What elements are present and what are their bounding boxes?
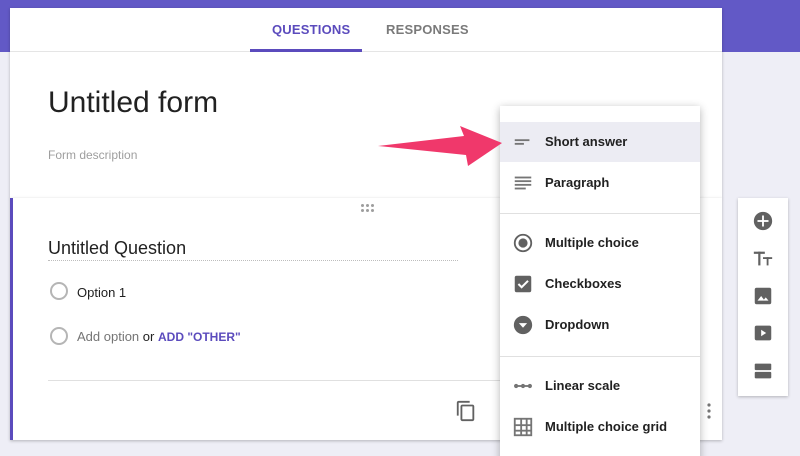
menu-divider	[500, 356, 700, 357]
menu-item-linear-scale[interactable]: Linear scale	[500, 366, 700, 406]
menu-item-label: Multiple choice	[545, 235, 639, 250]
radio-icon	[50, 282, 68, 300]
drag-handle-icon[interactable]	[361, 204, 375, 214]
add-other-link[interactable]: ADD "OTHER"	[158, 330, 241, 344]
menu-item-label: Multiple choice grid	[545, 419, 668, 434]
duplicate-icon[interactable]	[455, 400, 477, 422]
form-title[interactable]: Untitled form	[48, 86, 218, 120]
add-option-link[interactable]: Add option	[77, 329, 139, 344]
more-options-icon[interactable]	[706, 403, 712, 419]
menu-divider	[500, 213, 700, 214]
question-toolbar	[738, 198, 788, 396]
add-question-icon[interactable]	[752, 210, 774, 232]
option-1-label[interactable]: Option 1	[77, 285, 126, 300]
short-answer-icon	[514, 139, 530, 145]
grid-icon	[513, 417, 533, 437]
menu-item-label: Checkboxes	[545, 276, 622, 291]
radio-button-icon	[513, 233, 533, 253]
question-title[interactable]: Untitled Question	[48, 238, 186, 259]
active-tab-indicator	[250, 49, 362, 52]
checkbox-icon	[514, 275, 532, 293]
tab-questions[interactable]: QUESTIONS	[272, 22, 350, 37]
linear-scale-icon	[514, 383, 532, 389]
menu-item-label: Paragraph	[545, 175, 610, 190]
add-title-icon[interactable]	[752, 248, 774, 270]
add-section-icon[interactable]	[752, 360, 774, 382]
tab-bar: QUESTIONS RESPONSES	[10, 8, 722, 52]
menu-item-short-answer[interactable]: Short answer	[500, 122, 700, 162]
paragraph-icon	[514, 176, 532, 190]
add-option-row: Add option or ADD "OTHER"	[77, 329, 241, 344]
question-title-underline	[48, 260, 458, 261]
menu-item-multiple-choice-grid[interactable]: Multiple choice grid	[500, 407, 700, 447]
tab-responses[interactable]: RESPONSES	[386, 22, 469, 37]
menu-item-label: Short answer	[545, 134, 628, 149]
menu-item-checkboxes[interactable]: Checkboxes	[500, 264, 700, 304]
question-type-menu: Short answer Paragraph Multiple choice C…	[500, 106, 700, 456]
form-description-field[interactable]: Form description	[48, 148, 137, 162]
radio-icon	[50, 327, 68, 345]
callout-arrow-icon	[378, 126, 502, 166]
add-video-icon[interactable]	[752, 322, 774, 344]
or-text: or	[142, 329, 155, 344]
menu-item-label: Linear scale	[545, 378, 621, 393]
menu-item-paragraph[interactable]: Paragraph	[500, 163, 700, 203]
menu-item-dropdown[interactable]: Dropdown	[500, 305, 700, 345]
add-image-icon[interactable]	[752, 285, 774, 307]
menu-item-multiple-choice[interactable]: Multiple choice	[500, 223, 700, 263]
menu-item-label: Dropdown	[545, 317, 610, 332]
dropdown-icon	[513, 315, 533, 335]
